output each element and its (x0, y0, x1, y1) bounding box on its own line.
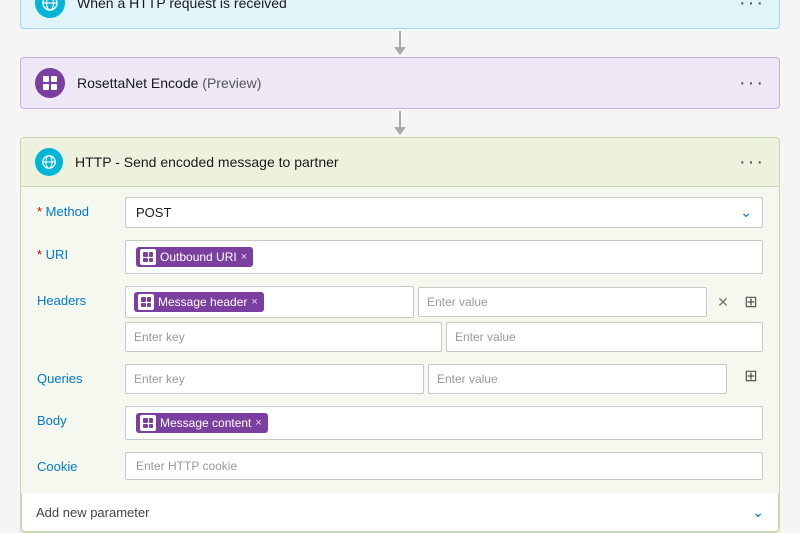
cookie-label: Cookie (37, 452, 117, 474)
add-param-chevron: ⌄ (752, 504, 764, 521)
message-header-grid-icon (141, 297, 151, 307)
uri-input[interactable]: Outbound URI × (125, 240, 763, 274)
headers-row-2: Enter key Enter value (125, 322, 763, 352)
message-header-tag: Message header × (134, 292, 264, 312)
arrow-2 (394, 109, 406, 137)
method-input[interactable]: POST ⌄ (125, 197, 763, 228)
method-chevron: ⌄ (740, 204, 752, 221)
field-row-headers: Headers Mes (37, 286, 763, 352)
message-header-tag-label: Message header (158, 295, 247, 309)
field-row-method: Method POST ⌄ (37, 197, 763, 228)
cookie-placeholder: Enter HTTP cookie (136, 459, 237, 473)
header-key-1[interactable]: Message header × (125, 286, 414, 318)
http-receive-icon (35, 0, 65, 18)
outbound-uri-grid-icon (143, 252, 153, 262)
outbound-uri-tag-label: Outbound URI (160, 250, 237, 264)
rosetta-grid-icon (43, 76, 57, 90)
outbound-uri-tag: Outbound URI × (136, 247, 253, 267)
add-param-row[interactable]: Add new parameter ⌄ (21, 494, 779, 532)
field-row-queries: Queries Enter key Enter value ⊞ (37, 364, 763, 394)
step-http-receive: When a HTTP request is received ··· (20, 0, 780, 29)
field-row-body: Body Message content × (37, 406, 763, 440)
method-label: Method (37, 197, 117, 219)
arrow-line-2 (399, 111, 401, 127)
query-key-placeholder: Enter key (134, 372, 185, 386)
message-header-remove[interactable]: × (251, 296, 257, 308)
header-row-1-actions: ✕ ⊞ (711, 290, 763, 314)
message-content-tag-label: Message content (160, 416, 251, 430)
queries-label: Queries (37, 364, 117, 386)
header-key-2[interactable]: Enter key (125, 322, 442, 352)
headers-row-1: Message header × Enter value ✕ ⊞ (125, 286, 763, 318)
field-row-uri: URI Outbound URI × (37, 240, 763, 274)
headers-label: Headers (37, 286, 117, 308)
message-content-remove[interactable]: × (255, 417, 261, 429)
header-value-2-placeholder: Enter value (455, 330, 516, 344)
http-expanded-header: HTTP - Send encoded message to partner ·… (21, 138, 779, 187)
outbound-uri-tag-icon (140, 249, 156, 265)
flow-canvas: When a HTTP request is received ··· Rose… (20, 0, 780, 533)
message-content-tag: Message content × (136, 413, 268, 433)
message-content-tag-icon (140, 415, 156, 431)
query-calendar-btn[interactable]: ⊞ (739, 364, 763, 388)
body-input[interactable]: Message content × (125, 406, 763, 440)
uri-label: URI (37, 240, 117, 262)
step-http-receive-menu[interactable]: ··· (739, 0, 765, 13)
arrow-head-1 (394, 47, 406, 55)
http-send-icon (35, 148, 63, 176)
header-delete-btn[interactable]: ✕ (711, 290, 735, 314)
http-expanded-block: HTTP - Send encoded message to partner ·… (20, 137, 780, 533)
header-value-1-placeholder: Enter value (427, 295, 488, 309)
http-expanded-body: Method POST ⌄ URI (21, 187, 779, 494)
queries-inputs: Enter key Enter value (125, 364, 727, 394)
query-value[interactable]: Enter value (428, 364, 727, 394)
step-http-receive-title: When a HTTP request is received (77, 0, 739, 11)
step-rosetta-menu[interactable]: ··· (739, 73, 765, 93)
step-rosetta-title: RosettaNet Encode (Preview) (77, 75, 739, 91)
query-key[interactable]: Enter key (125, 364, 424, 394)
message-header-tag-icon (138, 294, 154, 310)
http-send-menu[interactable]: ··· (739, 152, 765, 172)
arrow-line-1 (399, 31, 401, 47)
body-label: Body (37, 406, 117, 428)
header-key-2-placeholder: Enter key (134, 330, 185, 344)
method-value: POST (136, 205, 171, 220)
field-row-cookie: Cookie Enter HTTP cookie (37, 452, 763, 480)
add-param-label: Add new parameter (36, 505, 149, 520)
message-content-grid-icon (143, 418, 153, 428)
headers-value-area: Message header × Enter value ✕ ⊞ (125, 286, 763, 352)
rosetta-icon (35, 68, 65, 98)
query-value-placeholder: Enter value (437, 372, 498, 386)
arrow-1 (394, 29, 406, 57)
header-value-1[interactable]: Enter value (418, 287, 707, 317)
http-send-title: HTTP - Send encoded message to partner (75, 154, 739, 170)
arrow-head-2 (394, 127, 406, 135)
outbound-uri-remove[interactable]: × (241, 251, 247, 263)
header-value-2[interactable]: Enter value (446, 322, 763, 352)
header-calendar-btn[interactable]: ⊞ (739, 290, 763, 314)
cookie-input[interactable]: Enter HTTP cookie (125, 452, 763, 480)
step-rosetta-encode: RosettaNet Encode (Preview) ··· (20, 57, 780, 109)
